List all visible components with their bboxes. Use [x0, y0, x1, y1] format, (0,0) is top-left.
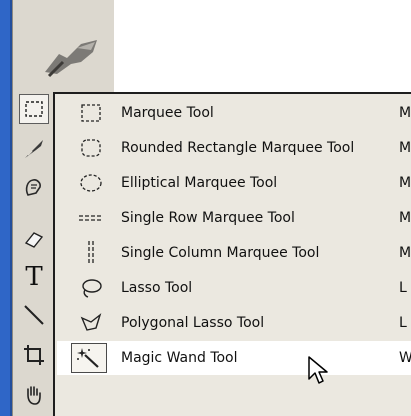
- menu-item-label: Elliptical Marquee Tool: [121, 175, 278, 191]
- ellipse-marquee-icon: [71, 166, 111, 200]
- menu-item-label: Polygonal Lasso Tool: [121, 315, 265, 331]
- menu-item-polygonal-lasso-tool[interactable]: Polygonal Lasso Tool L: [57, 306, 411, 340]
- menu-item-single-column-marquee-tool[interactable]: Single Column Marquee Tool M: [57, 236, 411, 270]
- shortcut-key: M: [399, 140, 411, 156]
- type-icon: T: [25, 262, 43, 292]
- crop-slice-tool-button[interactable]: [19, 134, 49, 164]
- menu-item-label: Magic Wand Tool: [121, 350, 238, 366]
- menu-item-label: Single Column Marquee Tool: [121, 245, 320, 261]
- crop-tool-button[interactable]: [19, 340, 49, 370]
- line-tool-button[interactable]: [19, 300, 49, 330]
- shortcut-key: M: [399, 105, 411, 121]
- type-tool-button[interactable]: T: [19, 262, 49, 292]
- marquee-tool-button[interactable]: [19, 94, 49, 124]
- hand-icon: [27, 386, 41, 405]
- mouse-pointer-icon: [308, 356, 328, 384]
- shortcut-key: M: [399, 175, 411, 191]
- marquee-tool-flyout-menu: Marquee Tool M Rounded Rectangle Marquee…: [53, 92, 411, 416]
- shortcut-key: L: [399, 280, 407, 296]
- shortcut-key: W: [399, 350, 411, 366]
- shortcut-key: M: [399, 210, 411, 226]
- menu-item-label: Marquee Tool: [121, 105, 214, 121]
- app-window-edge: [0, 0, 12, 416]
- healing-brush-tool-button[interactable]: [19, 172, 49, 202]
- rect-marquee-icon: [71, 96, 111, 130]
- eraser-icon: [24, 232, 44, 248]
- eraser-tool-button[interactable]: [19, 224, 49, 254]
- menu-item-single-row-marquee-tool[interactable]: Single Row Marquee Tool M: [57, 201, 411, 235]
- line-icon: [24, 305, 44, 325]
- rounded-rect-marquee-icon: [71, 131, 111, 165]
- menu-item-lasso-tool[interactable]: Lasso Tool L: [57, 271, 411, 305]
- menu-item-marquee-tool[interactable]: Marquee Tool M: [57, 96, 411, 130]
- menu-item-rounded-rectangle-marquee-tool[interactable]: Rounded Rectangle Marquee Tool M: [57, 131, 411, 165]
- menu-item-label: Lasso Tool: [121, 280, 193, 296]
- shortcut-key: L: [399, 315, 407, 331]
- menu-item-label: Single Row Marquee Tool: [121, 210, 295, 226]
- single-column-marquee-icon: [71, 236, 111, 270]
- magic-wand-icon: [71, 343, 107, 373]
- healing-icon: [25, 179, 41, 196]
- hand-tool-button[interactable]: [19, 380, 49, 410]
- menu-item-elliptical-marquee-tool[interactable]: Elliptical Marquee Tool M: [57, 166, 411, 200]
- menu-item-label: Rounded Rectangle Marquee Tool: [121, 140, 355, 156]
- shortcut-key: M: [399, 245, 411, 261]
- lasso-icon: [71, 271, 111, 305]
- crop-icon: [24, 345, 44, 365]
- single-row-marquee-icon: [71, 201, 111, 235]
- pen-icon: [25, 140, 43, 158]
- polygonal-lasso-icon: [71, 306, 111, 340]
- marquee-icon: [25, 101, 43, 117]
- feather-logo-icon: [45, 40, 97, 78]
- menu-item-magic-wand-tool[interactable]: Magic Wand Tool W: [57, 341, 411, 375]
